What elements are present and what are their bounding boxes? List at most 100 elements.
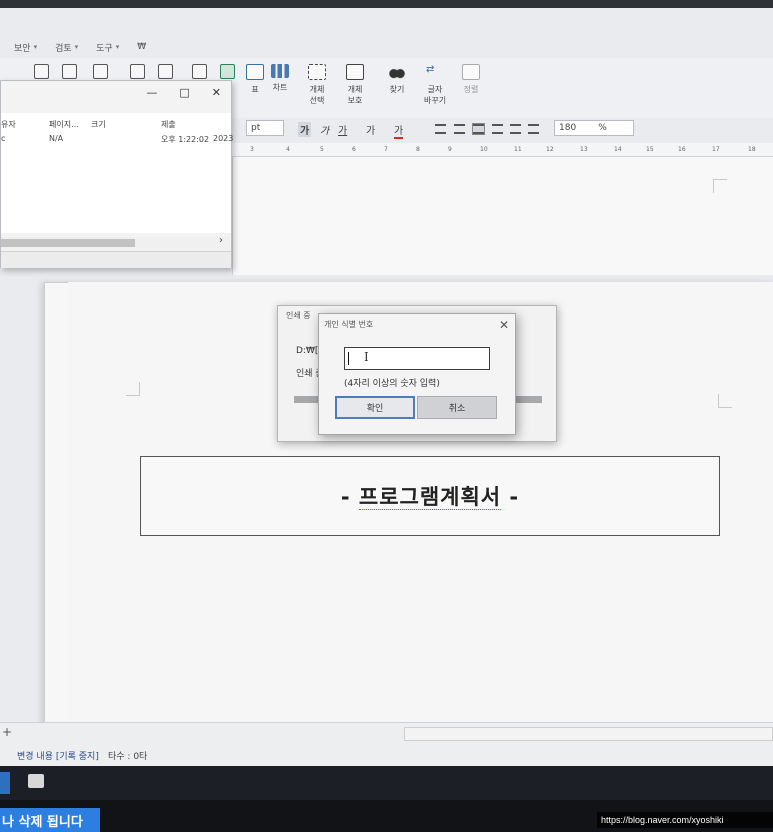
queue-row-submitted[interactable]: 오후 1:22:02	[161, 134, 209, 145]
horizontal-ruler[interactable]: 3 4 5 6 7 8 9 10 11 12 13 14 15 16 17 18	[232, 143, 773, 157]
format-toolbar: pt 가 가 가 가 가 180 %	[232, 120, 773, 140]
page-tab-bar: +	[0, 722, 773, 744]
replace-icon: ⇄	[426, 64, 435, 75]
cancel-button[interactable]: 취소	[417, 396, 497, 419]
ruler-tick: 13	[580, 146, 588, 153]
ruler-tick: 11	[514, 146, 522, 153]
horizontal-scrollbar[interactable]	[404, 727, 773, 741]
zoom-field[interactable]: 180 %	[554, 120, 634, 136]
font-color-button[interactable]: 가	[394, 122, 404, 139]
pin-dialog: 개인 식별 번호 ✕ I (4자리 이상의 숫자 입력) 확인 취소	[318, 313, 516, 435]
horizontal-scrollbar[interactable]: ›	[1, 235, 230, 249]
underline-button[interactable]: 가	[338, 122, 347, 137]
picture-icon[interactable]	[220, 64, 235, 79]
printing-progress-bar	[294, 396, 320, 403]
replace-label-2: 바꾸기	[424, 96, 447, 105]
menu-item-label: 도구	[96, 43, 113, 54]
align-justify-icon[interactable]	[435, 124, 446, 134]
find-button[interactable]: 찾기	[389, 64, 405, 95]
protect-object-button[interactable]: 개체 보호	[346, 64, 364, 106]
maximize-button[interactable]: □	[179, 86, 189, 99]
document-title: - 프로그램계획서 -	[341, 481, 519, 511]
protect-object-icon	[346, 64, 364, 80]
sort-icon	[462, 64, 480, 80]
window-titlebar: — □ ✕	[1, 81, 231, 103]
column-header-size[interactable]: 크기	[91, 119, 106, 130]
chart-icon	[271, 64, 289, 78]
queue-row-owner[interactable]: c	[1, 134, 5, 143]
ruler-tick: 16	[678, 146, 686, 153]
menu-item-review[interactable]: 검토 ▾	[55, 41, 78, 54]
bold-button[interactable]: 가	[298, 122, 312, 137]
menu-extra-label: ₩	[137, 42, 147, 52]
menu-item-security[interactable]: 보안 ▾	[14, 41, 37, 54]
ruler-tick: 7	[384, 146, 388, 153]
track-changes-status[interactable]: 변경 내용 [기록 중지]	[17, 749, 99, 762]
ok-button[interactable]: 확인	[335, 396, 415, 419]
ruler-tick: 5	[320, 146, 324, 153]
replace-label-1: 글자	[427, 85, 443, 94]
protect-object-label-2: 보호	[347, 96, 363, 105]
title-suffix: -	[501, 485, 520, 509]
ruler-tick: 12	[546, 146, 554, 153]
chevron-down-icon: ▾	[115, 43, 120, 51]
queue-row-year[interactable]: 2023	[213, 134, 233, 143]
minimize-button[interactable]: —	[146, 86, 157, 99]
page-margin-marker	[126, 382, 140, 396]
ruler-tick: 9	[448, 146, 452, 153]
document-page-top[interactable]	[232, 157, 773, 275]
keystroke-count: 타수 : 0타	[108, 752, 148, 762]
column-icon[interactable]	[93, 64, 108, 79]
table-icon	[246, 64, 264, 80]
ruler-tick: 3	[250, 146, 254, 153]
replace-button[interactable]: ⇄ 글자 바꾸기	[424, 64, 446, 106]
strike-button[interactable]: 가	[366, 122, 375, 137]
sort-label: 정렬	[463, 85, 479, 94]
close-icon[interactable]: ✕	[499, 318, 509, 332]
add-tab-button[interactable]: +	[2, 725, 12, 739]
layout-icon[interactable]	[34, 64, 49, 79]
menu-bar: 보안 ▾ 검토 ▾ 도구 ▾ ₩	[0, 36, 773, 58]
menu-item-label: 검토	[55, 43, 72, 54]
font-size-unit[interactable]: pt	[246, 120, 284, 136]
ruler-tick: 6	[352, 146, 356, 153]
font-size-unit-label: pt	[251, 123, 261, 133]
column-header-pages[interactable]: 페이지...	[49, 119, 79, 130]
italic-button[interactable]: 가	[320, 122, 329, 137]
table-button[interactable]: 표	[246, 64, 264, 95]
grid-icon[interactable]	[130, 64, 145, 79]
menu-extra-icon[interactable]: ₩	[137, 42, 146, 52]
page-margin-marker	[718, 394, 732, 408]
ruler-tick: 15	[646, 146, 654, 153]
notification-banner: 나 삭제 됩니다	[0, 808, 100, 832]
column-header-submitted[interactable]: 제출	[161, 119, 176, 130]
select-object-button[interactable]: 개체 선택	[308, 64, 326, 106]
chevron-down-icon: ▾	[74, 43, 79, 51]
align-right-icon[interactable]	[492, 124, 503, 134]
menu-item-tools[interactable]: 도구 ▾	[96, 41, 119, 54]
align-left-icon[interactable]	[454, 124, 465, 134]
lines-icon[interactable]	[158, 64, 173, 79]
scrollbar-thumb[interactable]	[1, 239, 135, 247]
menu-item-label: 보안	[14, 43, 31, 54]
close-button[interactable]: ✕	[212, 86, 221, 99]
document-title-box[interactable]: - 프로그램계획서 -	[140, 456, 720, 536]
align-divide-icon[interactable]	[528, 124, 539, 134]
taskbar-active-indicator	[0, 772, 10, 794]
protect-object-label-1: 개체	[347, 85, 363, 94]
queue-row-pages[interactable]: N/A	[49, 134, 63, 143]
scroll-right-icon[interactable]: ›	[219, 235, 223, 246]
page-icon[interactable]	[62, 64, 77, 79]
chart-button[interactable]: 차트	[271, 64, 289, 93]
shape-icon[interactable]	[192, 64, 207, 79]
align-distribute-icon[interactable]	[510, 124, 521, 134]
print-queue-window[interactable]: — □ ✕ 유자 페이지... 크기 제출 c N/A 오후 1:22:02 2…	[0, 80, 233, 268]
align-center-icon[interactable]	[472, 123, 485, 135]
pin-dialog-title: 개인 식별 번호	[324, 320, 374, 329]
folder-icon[interactable]	[28, 774, 44, 788]
printing-progress-bar-end	[516, 396, 542, 403]
window-status-bar	[1, 251, 231, 268]
sort-button[interactable]: 정렬	[462, 64, 480, 95]
column-header-owner[interactable]: 유자	[1, 119, 16, 130]
ruler-tick: 17	[712, 146, 720, 153]
